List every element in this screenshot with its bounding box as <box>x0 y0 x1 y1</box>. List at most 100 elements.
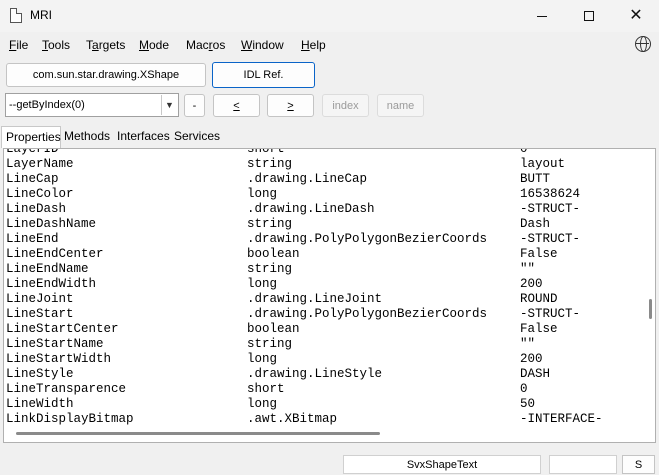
property-row[interactable]: LayerName string layout <box>4 157 644 172</box>
menu-bar: File Tools Targets Mode Macros Window He… <box>0 34 659 56</box>
property-row[interactable]: LineDashName string Dash <box>4 217 644 232</box>
property-type: short <box>247 382 285 396</box>
property-type: string <box>247 262 293 276</box>
property-name: LineEndName <box>6 262 89 276</box>
property-type: .drawing.LineCap <box>247 172 368 186</box>
property-row[interactable]: LineStyle .drawing.LineStyle DASH <box>4 367 644 382</box>
tab-properties[interactable]: Properties <box>1 126 61 148</box>
property-type: .drawing.LineStyle <box>247 367 383 381</box>
property-name: LineEndCenter <box>6 247 104 261</box>
property-name: LineEnd <box>6 232 59 246</box>
property-row[interactable]: LineStart .drawing.PolyPolygonBezierCoord… <box>4 307 644 322</box>
forward-button[interactable]: > <box>267 94 314 117</box>
property-list: LayerID short 0 LayerName string layout LineCa… <box>4 148 644 427</box>
close-button[interactable]: ✕ <box>613 0 659 32</box>
property-row[interactable]: LineEndWidth long 200 <box>4 277 644 292</box>
property-name: LineStart <box>6 307 74 321</box>
property-type: .drawing.LineDash <box>247 202 375 216</box>
vertical-scrollbar[interactable] <box>649 299 652 319</box>
horizontal-scrollbar[interactable] <box>16 432 380 435</box>
property-type: long <box>247 397 278 411</box>
menu-window[interactable]: Window <box>241 38 284 52</box>
property-value: 0 <box>520 148 528 156</box>
property-name: LinkDisplayBitmap <box>6 412 134 426</box>
property-value: 16538624 <box>520 187 581 201</box>
property-row[interactable]: LineStartWidth long 200 <box>4 352 644 367</box>
property-name: LineStartName <box>6 337 104 351</box>
property-row[interactable]: LineJoint .drawing.LineJoint ROUND <box>4 292 644 307</box>
property-row[interactable]: LineStartCenter boolean False <box>4 322 644 337</box>
search-field[interactable] <box>549 455 617 474</box>
properties-panel[interactable]: LayerID short 0 LayerName string layout LineCa… <box>3 148 656 443</box>
back-button[interactable]: < <box>213 94 260 117</box>
menu-targets[interactable]: Targets <box>86 38 125 52</box>
property-name: LayerName <box>6 157 74 171</box>
property-type: boolean <box>247 247 300 261</box>
property-value: "" <box>520 262 536 276</box>
property-value: 0 <box>520 382 528 396</box>
minimize-button[interactable] <box>519 0 565 32</box>
property-value: ROUND <box>520 292 558 306</box>
property-type: long <box>247 352 278 366</box>
property-name: LineWidth <box>6 397 74 411</box>
menu-mode[interactable]: Mode <box>139 38 169 52</box>
property-row[interactable]: LineEndCenter boolean False <box>4 247 644 262</box>
property-name: LineCap <box>6 172 59 186</box>
property-value: BUTT <box>520 172 551 186</box>
maximize-icon <box>584 11 594 21</box>
property-name: LayerID <box>6 148 59 156</box>
property-type: long <box>247 277 278 291</box>
tab-methods[interactable]: Methods <box>64 126 110 148</box>
document-icon <box>10 8 22 23</box>
property-row[interactable]: LineEnd .drawing.PolyPolygonBezierCoords -… <box>4 232 644 247</box>
idl-ref-button[interactable]: IDL Ref. <box>212 62 315 88</box>
maximize-button[interactable] <box>566 0 612 32</box>
property-row[interactable]: LineEndName string "" <box>4 262 644 277</box>
menu-macros[interactable]: Macros <box>186 38 225 52</box>
property-name: LineEndWidth <box>6 277 97 291</box>
property-value: -STRUCT- <box>520 202 581 216</box>
property-type: boolean <box>247 322 300 336</box>
menu-file[interactable]: File <box>9 38 28 52</box>
index-button[interactable]: index <box>322 94 369 117</box>
property-row[interactable]: LineCap .drawing.LineCap BUTT <box>4 172 644 187</box>
property-row[interactable]: LineTransparence short 0 <box>4 382 644 397</box>
property-row[interactable]: LinkDisplayBitmap .awt.XBitmap -INTERFACE- <box>4 412 644 427</box>
tab-services[interactable]: Services <box>174 126 220 148</box>
property-row[interactable]: LineColor long 16538624 <box>4 187 644 202</box>
property-type: long <box>247 187 278 201</box>
implementation-name: SvxShapeText <box>343 455 541 474</box>
property-name: LineColor <box>6 187 74 201</box>
menu-help[interactable]: Help <box>301 38 326 52</box>
name-button[interactable]: name <box>377 94 424 117</box>
close-icon: ✕ <box>629 7 643 24</box>
property-type: short <box>247 148 285 156</box>
tab-interfaces[interactable]: Interfaces <box>117 126 170 148</box>
property-name: LineStyle <box>6 367 74 381</box>
property-value: -STRUCT- <box>520 232 581 246</box>
property-name: LineJoint <box>6 292 74 306</box>
menu-tools[interactable]: Tools <box>42 38 70 52</box>
property-type: .drawing.LineJoint <box>247 292 383 306</box>
minimize-icon <box>537 15 547 17</box>
globe-icon[interactable] <box>635 36 651 52</box>
property-value: -INTERFACE- <box>520 412 603 426</box>
property-value: False <box>520 322 558 336</box>
property-value: DASH <box>520 367 551 381</box>
property-value: 50 <box>520 397 536 411</box>
status-bar: SvxShapeText S <box>0 450 659 475</box>
property-row[interactable]: LayerID short 0 <box>4 148 644 157</box>
search-button[interactable]: S <box>622 455 655 474</box>
property-row[interactable]: LineWidth long 50 <box>4 397 644 412</box>
property-row[interactable]: LineStartName string "" <box>4 337 644 352</box>
chevron-down-icon[interactable]: ▼ <box>161 95 177 115</box>
property-type: string <box>247 217 293 231</box>
property-type: .drawing.PolyPolygonBezierCoords <box>247 307 488 321</box>
property-row[interactable]: LineDash .drawing.LineDash -STRUCT- <box>4 202 644 217</box>
property-value: layout <box>520 157 566 171</box>
property-value: "" <box>520 337 536 351</box>
method-combo[interactable]: --getByIndex(0) ▼ <box>5 93 179 117</box>
type-name-button[interactable]: com.sun.star.drawing.XShape <box>6 63 206 87</box>
property-type: .awt.XBitmap <box>247 412 338 426</box>
minus-button[interactable]: - <box>184 94 205 117</box>
